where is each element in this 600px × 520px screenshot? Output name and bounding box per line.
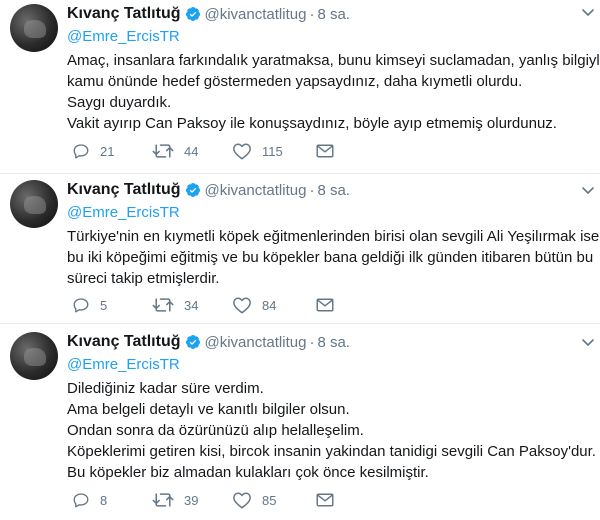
separator: · <box>309 181 315 199</box>
tweet-timeline: Kıvanç Tatlıtuğ @kivanctatlitug · 8 sa. … <box>0 0 600 520</box>
like-button[interactable]: 115 <box>232 142 316 160</box>
tweet-text-line: Bu köpekler biz almadan kulakları çok ön… <box>67 464 429 481</box>
reply-to-mention[interactable]: @Emre_ErcisTR <box>67 355 588 375</box>
retweet-button[interactable]: 39 <box>152 491 232 509</box>
tweet-text-line: Köpeklerimi getiren kisi, bircok insanin… <box>67 443 596 460</box>
author-handle[interactable]: @kivanctatlitug <box>205 182 307 199</box>
timestamp[interactable]: 8 sa. <box>317 334 350 351</box>
tweet[interactable]: Kıvanç Tatlıtuğ @kivanctatlitug · 8 sa. … <box>0 174 600 324</box>
like-button[interactable]: 84 <box>232 296 316 314</box>
tweet-text-line: Dilediğiniz kadar süre verdim. <box>67 380 264 397</box>
tweet-header: Kıvanç Tatlıtuğ @kivanctatlitug · 8 sa. <box>67 179 588 201</box>
timestamp[interactable]: 8 sa. <box>317 6 350 23</box>
tweet-text: Dilediğiniz kadar süre verdim. Ama belge… <box>67 378 596 483</box>
reply-button[interactable]: 21 <box>72 142 152 160</box>
retweet-icon <box>152 493 174 507</box>
reply-count: 5 <box>100 297 108 313</box>
reply-button[interactable]: 8 <box>72 491 152 509</box>
retweet-icon <box>152 144 174 158</box>
reply-icon <box>73 493 89 508</box>
direct-message-icon <box>316 144 334 158</box>
retweet-count: 44 <box>184 143 199 159</box>
direct-message-icon <box>316 298 334 312</box>
separator: · <box>309 333 315 351</box>
timestamp[interactable]: 8 sa. <box>317 182 350 199</box>
tweet-text-line: bu iki köpeğimi eğitmiş ve bu köpekler b… <box>67 249 594 266</box>
retweet-icon <box>152 298 174 312</box>
retweet-button[interactable]: 34 <box>152 296 232 314</box>
reply-to-mention[interactable]: @Emre_ErcisTR <box>67 27 588 47</box>
tweet-header: Kıvanç Tatlıtuğ @kivanctatlitug · 8 sa. <box>67 331 588 353</box>
verified-badge-icon <box>185 7 200 21</box>
author-handle[interactable]: @kivanctatlitug <box>205 6 307 23</box>
reply-icon <box>73 144 89 159</box>
tweet-text-line: Türkiye'nin en kıymetli köpek eğitmenler… <box>67 228 600 245</box>
direct-message-button[interactable] <box>316 143 334 159</box>
retweet-count: 34 <box>184 297 199 313</box>
reply-count: 21 <box>100 143 115 159</box>
tweet[interactable]: Kıvanç Tatlıtuğ @kivanctatlitug · 8 sa. … <box>0 0 600 174</box>
tweet-text: Türkiye'nin en kıymetli köpek eğitmenler… <box>67 226 600 289</box>
tweet-text-line: kamu önünde hedef göstermeden yapsaydını… <box>67 73 523 90</box>
author-name[interactable]: Kıvanç Tatlıtuğ <box>67 333 181 351</box>
author-handle[interactable]: @kivanctatlitug <box>205 334 307 351</box>
retweet-count: 39 <box>184 492 199 508</box>
reply-count: 8 <box>100 492 108 508</box>
tweet-text-line: Vakit ayırıp Can Paksoy ile konuşsaydını… <box>67 115 557 132</box>
direct-message-button[interactable] <box>316 297 334 313</box>
tweet-text-line: Ama belgeli detaylı ve kanıtlı bilgiler … <box>67 401 350 418</box>
tweet-text-line: Saygı duyardık. <box>67 94 172 111</box>
like-count: 84 <box>262 297 277 313</box>
like-icon <box>233 143 251 160</box>
tweet-actions: 8 39 85 <box>72 490 334 510</box>
like-icon <box>233 297 251 314</box>
reply-to-mention[interactable]: @Emre_ErcisTR <box>67 203 588 223</box>
tweet-text: Amaç, insanlara farkındalık yaratmaksa, … <box>67 50 600 134</box>
avatar[interactable] <box>10 4 58 52</box>
tweet-text-line: süreci takip etmişlerdir. <box>67 270 220 287</box>
separator: · <box>309 5 315 23</box>
author-name[interactable]: Kıvanç Tatlıtuğ <box>67 181 181 199</box>
retweet-button[interactable]: 44 <box>152 142 232 160</box>
reply-button[interactable]: 5 <box>72 296 152 314</box>
tweet-header: Kıvanç Tatlıtuğ @kivanctatlitug · 8 sa. <box>67 3 588 25</box>
avatar[interactable] <box>10 332 58 380</box>
verified-badge-icon <box>185 183 200 197</box>
tweet-text-line: Ondan sonra da özürünüzü alıp helalleşel… <box>67 422 364 439</box>
like-count: 115 <box>262 143 283 159</box>
author-name[interactable]: Kıvanç Tatlıtuğ <box>67 5 181 23</box>
like-count: 85 <box>262 492 277 508</box>
like-icon <box>233 492 251 509</box>
verified-badge-icon <box>185 335 200 349</box>
tweet-text-line: Amaç, insanlara farkındalık yaratmaksa, … <box>67 52 600 69</box>
tweet-actions: 21 44 115 <box>72 141 334 161</box>
direct-message-icon <box>316 493 334 507</box>
avatar[interactable] <box>10 180 58 228</box>
like-button[interactable]: 85 <box>232 491 316 509</box>
tweet-actions: 5 34 84 <box>72 295 334 315</box>
tweet[interactable]: Kıvanç Tatlıtuğ @kivanctatlitug · 8 sa. … <box>0 324 600 520</box>
reply-icon <box>73 298 89 313</box>
direct-message-button[interactable] <box>316 492 334 508</box>
